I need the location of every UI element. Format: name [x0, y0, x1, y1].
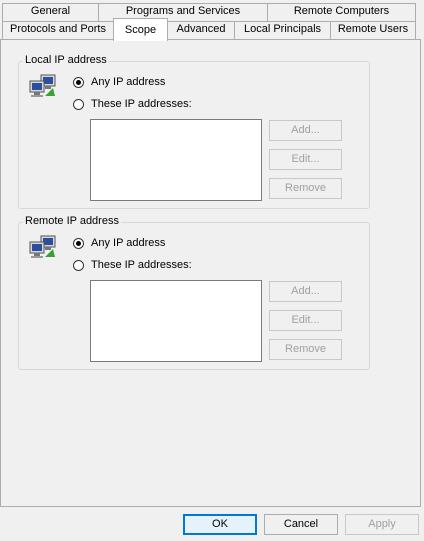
- tab-protocols-and-ports[interactable]: Protocols and Ports: [2, 21, 114, 39]
- local-ip-group-title: Local IP address: [23, 54, 109, 67]
- cancel-button[interactable]: Cancel: [264, 514, 338, 535]
- tab-advanced[interactable]: Advanced: [167, 21, 235, 39]
- tab-remote-computers[interactable]: Remote Computers: [267, 3, 416, 21]
- remote-any-ip-label: Any IP address: [91, 237, 166, 249]
- scope-tab-panel: Local IP address Any IP address These IP…: [0, 39, 421, 507]
- tab-local-principals[interactable]: Local Principals: [234, 21, 331, 39]
- local-these-ip-label: These IP addresses:: [91, 98, 192, 110]
- local-these-ip-radio[interactable]: [73, 99, 84, 110]
- apply-button[interactable]: Apply: [345, 514, 419, 535]
- remote-these-ip-label: These IP addresses:: [91, 259, 192, 271]
- remote-ip-group-title: Remote IP address: [23, 215, 121, 228]
- tab-general[interactable]: General: [2, 3, 99, 21]
- remote-edit-button[interactable]: Edit...: [269, 310, 342, 331]
- local-any-ip-radio[interactable]: [73, 77, 84, 88]
- remote-these-ip-radio[interactable]: [73, 260, 84, 271]
- remote-ip-list[interactable]: [90, 280, 262, 362]
- remote-any-ip-radio[interactable]: [73, 238, 84, 249]
- local-remove-button[interactable]: Remove: [269, 178, 342, 199]
- network-computers-icon: [29, 235, 61, 263]
- local-any-ip-label: Any IP address: [91, 76, 166, 88]
- local-ip-list[interactable]: [90, 119, 262, 201]
- remote-add-button[interactable]: Add...: [269, 281, 342, 302]
- remote-remove-button[interactable]: Remove: [269, 339, 342, 360]
- local-add-button[interactable]: Add...: [269, 120, 342, 141]
- tab-remote-users[interactable]: Remote Users: [330, 21, 416, 39]
- ok-button[interactable]: OK: [183, 514, 257, 535]
- local-edit-button[interactable]: Edit...: [269, 149, 342, 170]
- tab-scope[interactable]: Scope: [113, 18, 168, 41]
- network-computers-icon: [29, 74, 61, 102]
